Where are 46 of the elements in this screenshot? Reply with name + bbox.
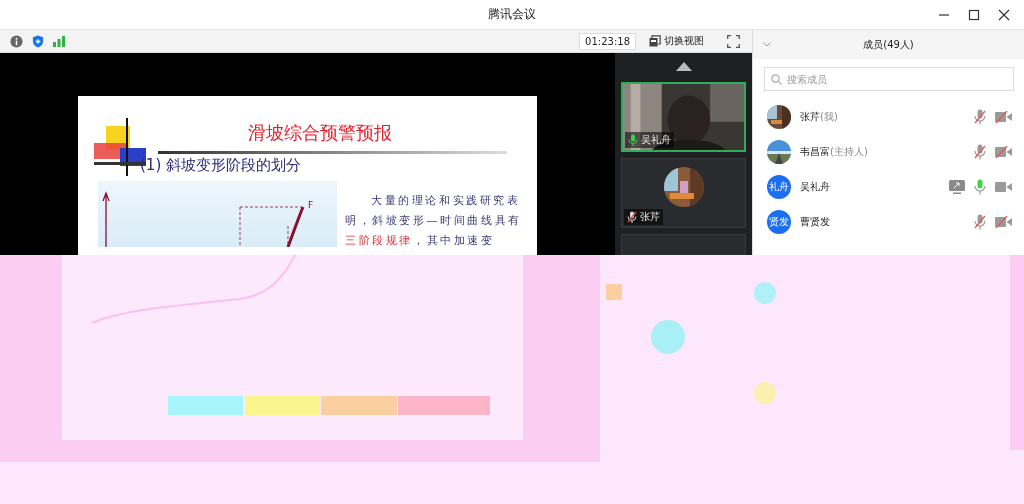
info-icon[interactable] xyxy=(10,34,23,48)
video-tile[interactable]: 张芹 xyxy=(621,158,746,228)
member-name: 曹贤发 xyxy=(800,214,830,229)
member-name: 张芹(我) xyxy=(800,109,838,124)
search-icon xyxy=(771,74,782,85)
video-tile[interactable]: 吴礼舟 xyxy=(621,82,746,152)
avatar-initials: 贤发 xyxy=(767,209,791,234)
scroll-up-icon[interactable] xyxy=(675,62,692,71)
member-name: 吴礼舟 xyxy=(800,179,830,194)
point-label: F xyxy=(308,201,314,211)
muted-mic-icon[interactable] xyxy=(974,143,986,160)
member-name: 韦昌富(主持人) xyxy=(800,144,868,159)
mic-icon xyxy=(628,134,638,146)
member-row[interactable]: 张芹(我) xyxy=(753,99,1024,134)
meeting-timer: 01:23:18 xyxy=(579,32,636,50)
shield-icon[interactable] xyxy=(32,34,44,48)
member-row[interactable]: 贤发 曹贤发 xyxy=(753,204,1024,239)
muted-mic-icon xyxy=(627,211,637,223)
avatar-initials: 礼舟 xyxy=(767,174,791,199)
muted-mic-icon[interactable] xyxy=(974,108,986,125)
switch-view-button[interactable]: 切换视图 xyxy=(645,33,708,49)
member-row[interactable]: 礼舟 吴礼舟 xyxy=(753,169,1024,204)
camera-off-icon[interactable] xyxy=(995,110,1012,123)
search-field[interactable]: 搜索成员 xyxy=(764,67,1014,91)
camera-off-icon[interactable] xyxy=(995,145,1012,158)
layout-icon xyxy=(649,35,661,47)
slide-text-line: 三阶段规律，其中加速变 xyxy=(345,233,496,249)
slide-subtitle: (1) 斜坡变形阶段的划分 xyxy=(139,156,302,175)
mic-icon[interactable] xyxy=(974,178,986,195)
slide-title: 滑坡综合预警预报 xyxy=(247,121,393,145)
slide-text-line: 大量的理论和实践研究表 xyxy=(370,193,522,209)
muted-mic-icon[interactable] xyxy=(974,213,986,230)
slide-text-line: 明，斜坡变形—时间曲线具有 xyxy=(345,213,522,229)
fullscreen-icon[interactable] xyxy=(727,34,740,48)
signal-icon[interactable] xyxy=(53,35,65,47)
members-title: 成员(49人) xyxy=(863,37,914,52)
member-row[interactable]: 韦昌富(主持人) xyxy=(753,134,1024,169)
close-icon[interactable] xyxy=(998,9,1010,21)
chevron-icon[interactable] xyxy=(763,42,771,47)
window-title: 腾讯会议 xyxy=(488,6,536,23)
camera-off-icon[interactable] xyxy=(995,215,1012,228)
video-tile[interactable] xyxy=(621,234,746,255)
participant-name: 张芹 xyxy=(640,210,660,224)
maximize-icon[interactable] xyxy=(968,9,980,21)
camera-icon[interactable] xyxy=(995,180,1012,193)
participant-name: 吴礼舟 xyxy=(641,133,671,147)
